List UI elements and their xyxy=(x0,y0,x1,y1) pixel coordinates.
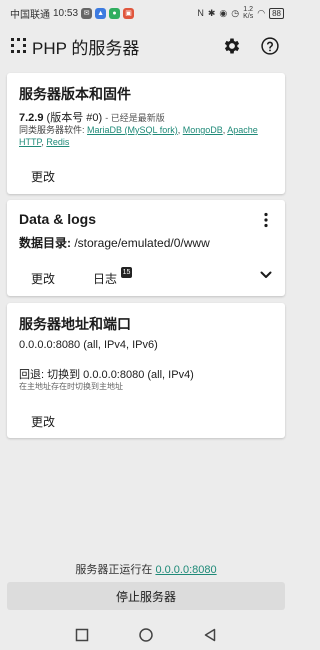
link-redis[interactable]: Redis xyxy=(46,137,69,147)
data-logs-card: Data & logs 数据目录: /storage/emulated/0/ww… xyxy=(7,200,285,296)
link-mongodb[interactable]: MongoDB xyxy=(183,125,223,135)
address-card-title: 服务器地址和端口 xyxy=(19,316,131,332)
wifi-icon: ◠ xyxy=(257,7,266,18)
logs-button[interactable]: 日志 xyxy=(93,270,117,287)
data-directory-path: /storage/emulated/0/www xyxy=(71,236,210,250)
version-number: 7.2.9 xyxy=(19,112,44,124)
version-change-button[interactable]: 更改 xyxy=(31,168,55,185)
data-logs-title: Data & logs xyxy=(19,211,97,227)
network-speed: 1.2 K/s xyxy=(243,6,254,20)
stop-server-button[interactable]: 停止服务器 xyxy=(7,582,285,610)
data-directory-label: 数据目录: xyxy=(19,236,71,250)
status-bar: 中国联通 10:53 ✉ ▲ ● ▣ N ✱ ◉ ◷ 1.2 K/s ◠ 88 xyxy=(0,0,292,26)
app-bar: PHP 的服务器 xyxy=(0,26,292,66)
photo-icon: ▣ xyxy=(123,7,135,19)
address-card: 服务器地址和端口 0.0.0.0:8080 (all, IPv4, IPv6) … xyxy=(7,303,285,438)
link-mariadb[interactable]: MariaDB (MySQL fork) xyxy=(87,125,178,135)
bluetooth-icon: ✱ xyxy=(207,7,216,18)
chevron-down-icon[interactable] xyxy=(259,268,273,282)
location-icon: ◉ xyxy=(219,7,228,18)
address-change-button[interactable]: 更改 xyxy=(31,413,55,430)
battery-icon: 88 xyxy=(269,7,284,19)
similar-software: 同类服务器软件: MariaDB (MySQL fork), MongoDB, … xyxy=(19,125,258,147)
running-prefix: 服务器正运行在 xyxy=(75,564,156,576)
data-directory: 数据目录: /storage/emulated/0/www xyxy=(19,234,210,251)
settings-icon xyxy=(224,38,240,54)
recents-icon[interactable] xyxy=(74,627,90,643)
version-card: 服务器版本和固件 7.2.9 (版本号 #0) - 已经是最新版 同类服务器软件… xyxy=(7,73,285,194)
page-title: PHP 的服务器 xyxy=(32,38,140,58)
fallback-note: 在主地址存在时切换到主地址 xyxy=(19,382,123,391)
running-status: 服务器正运行在 0.0.0.0:8080 xyxy=(0,561,292,577)
grid-icon xyxy=(11,38,26,53)
clock: 10:53 xyxy=(53,7,79,19)
version-card-title: 服务器版本和固件 xyxy=(19,86,131,102)
settings-button[interactable] xyxy=(220,34,244,58)
build-number: (版本号 #0) xyxy=(46,112,103,124)
version-line: 7.2.9 (版本号 #0) - 已经是最新版 xyxy=(19,109,165,125)
alarm-icon: ◷ xyxy=(231,7,240,18)
help-button[interactable] xyxy=(258,34,282,58)
data-change-button[interactable]: 更改 xyxy=(31,270,55,287)
back-icon[interactable] xyxy=(202,627,218,643)
help-icon xyxy=(261,37,279,55)
running-address-link[interactable]: 0.0.0.0:8080 xyxy=(155,564,216,576)
carrier-label: 中国联通 xyxy=(10,9,50,21)
similar-label: 同类服务器软件: xyxy=(19,125,88,135)
app-notification-icon: ▲ xyxy=(95,7,107,19)
update-status: - 已经是最新版 xyxy=(105,113,165,123)
nfc-icon: N xyxy=(197,8,204,18)
more-options-icon[interactable] xyxy=(261,212,271,228)
logs-count-badge: 15 xyxy=(121,267,132,278)
mail-icon: ✉ xyxy=(81,7,93,19)
server-address: 0.0.0.0:8080 (all, IPv4, IPv6) xyxy=(19,339,158,351)
system-nav-bar xyxy=(0,620,292,650)
fallback-address: 回退: 切换到 0.0.0.0:8080 (all, IPv4) xyxy=(19,369,194,381)
home-icon[interactable] xyxy=(138,627,154,643)
wechat-icon: ● xyxy=(109,7,121,19)
